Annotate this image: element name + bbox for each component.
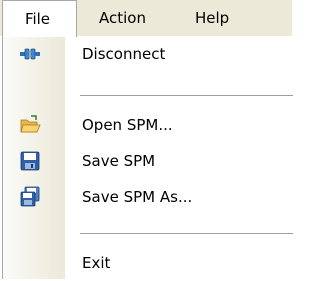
menu-item-disconnect[interactable]: Disconnect (3, 36, 293, 72)
menu-item-exit-label: Exit (82, 254, 111, 272)
disconnect-plug-icon (19, 43, 41, 65)
menu-separator (80, 233, 293, 234)
save-as-disks-icon (19, 186, 41, 208)
menu-item-open-spm[interactable]: Open SPM... (3, 107, 293, 143)
menu-action-label: Action (99, 9, 146, 27)
menu-item-disconnect-label: Disconnect (82, 45, 166, 63)
menu-action[interactable]: Action (99, 0, 146, 36)
file-dropdown-menu: Disconnect Open SPM... Save SPM Save SPM… (2, 36, 293, 281)
open-folder-icon (19, 114, 41, 136)
save-disk-icon (19, 150, 41, 172)
menu-help[interactable]: Help (195, 0, 229, 36)
menu-file-label: File (24, 10, 51, 28)
menu-bar: File Action Help (0, 0, 292, 37)
menu-item-exit[interactable]: Exit (3, 245, 293, 281)
menu-item-save-spm-as[interactable]: Save SPM As... (3, 179, 293, 215)
menu-item-open-spm-label: Open SPM... (82, 116, 173, 134)
menu-item-save-spm[interactable]: Save SPM (3, 143, 293, 179)
menu-item-save-spm-as-label: Save SPM As... (82, 188, 193, 206)
menu-help-label: Help (195, 9, 230, 27)
menu-item-save-spm-label: Save SPM (82, 152, 156, 170)
menu-separator (80, 95, 293, 96)
menu-file[interactable]: File (2, 0, 77, 37)
